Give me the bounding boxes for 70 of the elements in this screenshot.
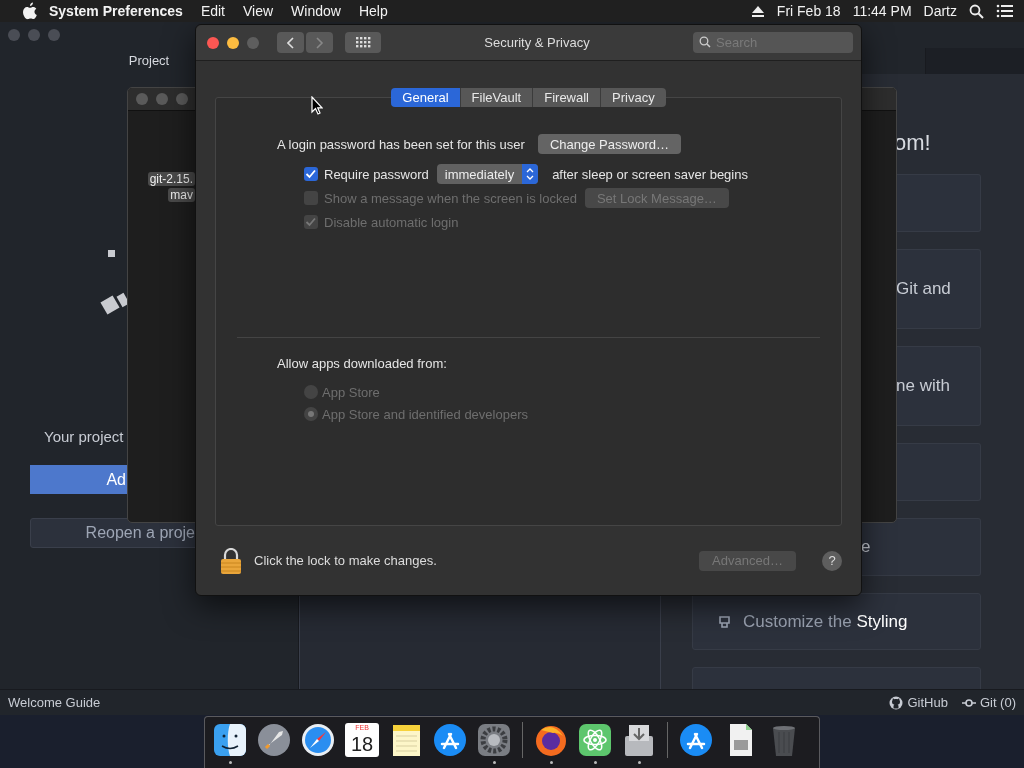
interval-popup[interactable]: immediately [436, 164, 539, 185]
app-store-icon[interactable] [432, 722, 468, 758]
card-text: Git and [896, 279, 951, 299]
file-label[interactable]: mav [168, 188, 195, 202]
compass-icon[interactable] [300, 722, 336, 758]
status-link[interactable]: Git (0) [961, 695, 1016, 710]
rocket-icon[interactable] [256, 722, 292, 758]
tab[interactable]: FileVault [460, 88, 534, 108]
radio-label: App Store [322, 384, 380, 400]
face-icon[interactable] [212, 722, 248, 758]
tab[interactable]: Firewall [533, 88, 601, 108]
help-button[interactable]: ? [822, 550, 842, 571]
forward-button[interactable] [306, 32, 333, 54]
atom-icon[interactable] [577, 722, 613, 758]
option-suffix-text: after sleep or screen saver begins [552, 166, 748, 182]
menu-clock-date[interactable]: Fri Feb 18 [776, 3, 841, 19]
radio-label: App Store and identified developers [322, 406, 528, 422]
menu-item[interactable]: Window [282, 3, 350, 19]
guide-card[interactable]: e [861, 518, 981, 576]
tab[interactable]: Privacy [601, 88, 666, 108]
section-heading: Allow apps downloaded from: [277, 356, 448, 372]
menu-item[interactable]: View [234, 3, 283, 19]
lock-hint-text: Click the lock to make changes. [254, 553, 437, 569]
user-menu[interactable]: Dartz [923, 3, 957, 19]
card-text: e [861, 537, 871, 557]
card-text: ne with [896, 376, 950, 396]
logo-fragment-drawing [100, 250, 130, 316]
minimize-button[interactable] [227, 36, 239, 49]
bucket-icon [718, 614, 731, 629]
search-icon [699, 36, 711, 49]
chevron-right-icon [315, 36, 324, 49]
welcome-text: Your project [44, 428, 125, 445]
commit-icon [961, 697, 976, 708]
search-icon [969, 3, 984, 19]
menu-item[interactable]: Help [349, 3, 397, 19]
checkbox-label: Disable automatic login [324, 214, 459, 230]
status-text: Welcome Guide [8, 695, 101, 710]
app-menu[interactable]: System Preferences [40, 3, 192, 19]
padlock-icon [220, 547, 242, 574]
grid-icon [355, 37, 371, 49]
chevron-left-icon [286, 36, 295, 49]
login-status-text: A login password has been set for this user [277, 136, 525, 152]
updown-arrows-icon [526, 168, 535, 181]
apple-icon [20, 1, 40, 21]
panel-title: Project [128, 52, 170, 68]
window-title: Security & Privacy [484, 35, 590, 51]
change-password-button[interactable]: Change Password… [537, 134, 682, 155]
show-all-button[interactable] [345, 32, 381, 54]
status-link[interactable]: GitHub [889, 695, 948, 710]
gear-icon[interactable] [476, 722, 512, 758]
menu-clock-time[interactable]: 11:44 PM [852, 3, 912, 19]
cursor-icon [311, 96, 323, 115]
checkbox-label: Require password [324, 166, 429, 182]
guide-card[interactable]: Git and [896, 249, 981, 329]
close-button[interactable] [207, 36, 219, 49]
tab[interactable]: General [391, 88, 461, 108]
checkbox-label: Show a message when the screen is locked [324, 190, 577, 206]
app-store-icon[interactable] [678, 722, 714, 758]
card-text: Customize the Styling [743, 611, 908, 632]
file-label[interactable]: git-2.15. [147, 172, 195, 186]
github-icon [889, 695, 904, 710]
checkbox[interactable] [304, 167, 318, 182]
eject-icon [750, 5, 765, 17]
menu-item[interactable]: Edit [191, 3, 234, 19]
add-project-button[interactable]: Ad [30, 465, 127, 494]
guide-card[interactable]: Customize the Styling [692, 593, 981, 650]
reopen-project-button[interactable]: Reopen a proje [30, 518, 198, 548]
back-button[interactable] [277, 32, 304, 54]
menu-icon [996, 4, 1014, 18]
guide-card[interactable]: ne with [896, 346, 981, 426]
